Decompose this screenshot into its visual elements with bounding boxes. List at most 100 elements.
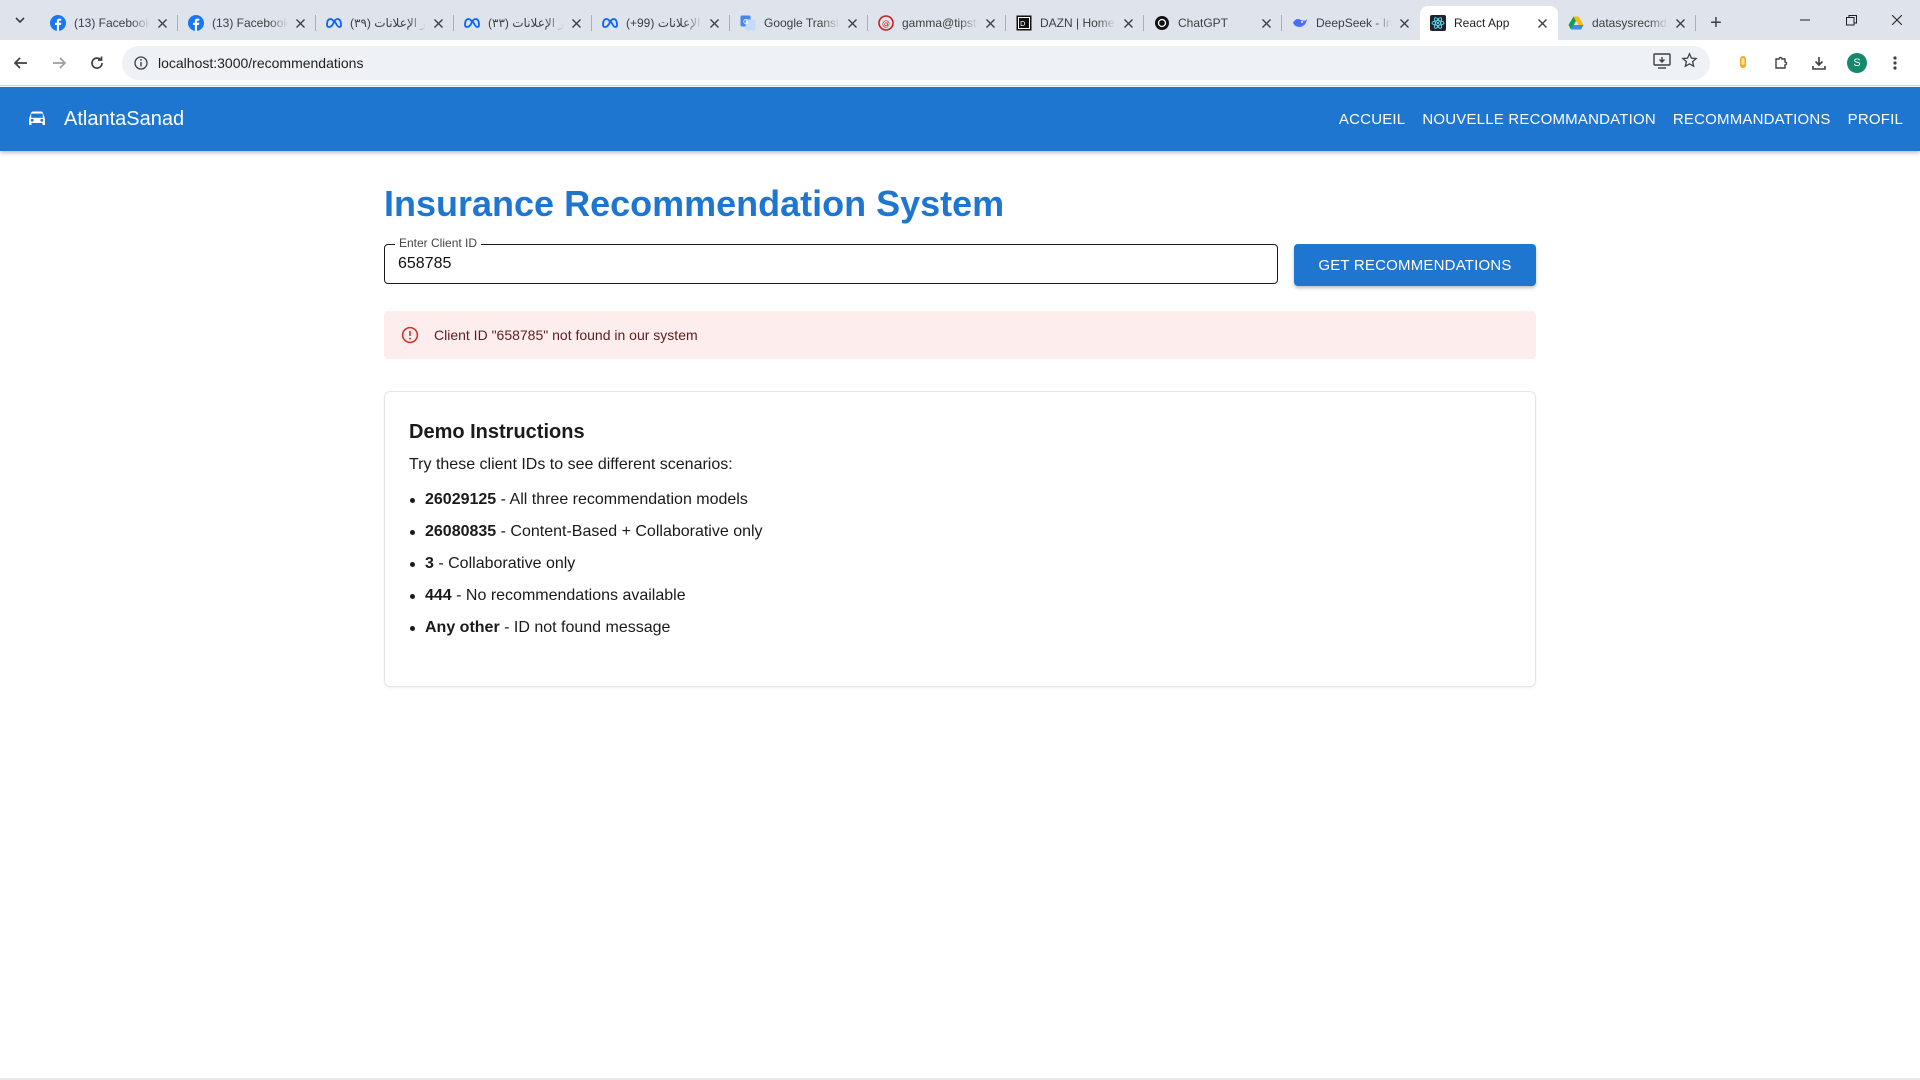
- browser-tab[interactable]: (٣٩) مدير الإعلانات: [316, 6, 454, 40]
- close-tab-icon[interactable]: [1672, 15, 1688, 31]
- close-tab-icon[interactable]: [292, 15, 308, 31]
- extension-button[interactable]: [1726, 46, 1760, 80]
- demo-list: 26029125 - All three recommendation mode…: [409, 488, 1511, 648]
- nav-recommandations[interactable]: RECOMMANDATIONS: [1673, 111, 1831, 128]
- download-icon: [1812, 57, 1826, 70]
- tab-title: (٣٩) مدير الإعلانات: [350, 16, 426, 30]
- bookmark-button[interactable]: [1681, 52, 1698, 74]
- info-icon: [134, 56, 148, 70]
- close-tab-icon[interactable]: [706, 15, 722, 31]
- deepseek-icon: [1292, 15, 1308, 31]
- facebook-icon: [50, 15, 66, 31]
- extensions-button[interactable]: [1764, 46, 1798, 80]
- browser-tab[interactable]: G Google Translate: [730, 6, 868, 40]
- restore-button[interactable]: [1828, 0, 1874, 40]
- profile-button[interactable]: S: [1840, 46, 1874, 80]
- close-tab-icon[interactable]: [154, 15, 170, 31]
- get-recommendations-button[interactable]: GET RECOMMENDATIONS: [1294, 244, 1536, 286]
- nav-accueil[interactable]: ACCUEIL: [1339, 111, 1405, 128]
- client-id-input[interactable]: [385, 245, 1277, 283]
- browser-tab[interactable]: (٣٣) مدير الإعلانات: [454, 6, 592, 40]
- facebook-icon: [188, 15, 204, 31]
- client-search-form: Enter Client ID GET RECOMMENDATIONS: [384, 236, 1536, 286]
- more-vert-icon: [1893, 56, 1897, 70]
- demo-heading: Demo Instructions: [409, 421, 585, 443]
- meta-icon: [602, 15, 618, 31]
- brand-name[interactable]: AtlantaSanad: [64, 108, 184, 131]
- site-info-button[interactable]: [126, 48, 156, 78]
- error-message: Client ID "658785" not found in our syst…: [434, 327, 698, 343]
- demo-intro: Try these client IDs to see different sc…: [409, 456, 733, 473]
- browser-menu-button[interactable]: [1878, 46, 1912, 80]
- list-item: 3 - Collaborative only: [409, 552, 1511, 584]
- svg-text:@: @: [882, 19, 890, 28]
- dazn-icon: D: [1016, 15, 1032, 31]
- meta-icon: [464, 15, 480, 31]
- close-window-button[interactable]: [1874, 0, 1920, 40]
- tab-title: DAZN | Home: [1040, 16, 1115, 30]
- browser-tab[interactable]: datasysrecmd: [1558, 6, 1696, 40]
- browser-tab[interactable]: ChatGPT: [1144, 6, 1282, 40]
- nav-profil[interactable]: PROFIL: [1848, 111, 1903, 128]
- list-item: Any other - ID not found message: [409, 616, 1511, 648]
- restore-icon: [1845, 14, 1857, 25]
- browser-tab[interactable]: (13) Facebook: [178, 6, 316, 40]
- close-tab-icon[interactable]: [1396, 15, 1412, 31]
- avatar: S: [1847, 53, 1867, 73]
- demo-description: - ID not found message: [499, 619, 671, 636]
- browser-tab[interactable]: @ gamma@tipsters: [868, 6, 1006, 40]
- star-icon: [1681, 52, 1698, 68]
- back-button[interactable]: [4, 46, 38, 80]
- url-text[interactable]: localhost:3000/recommendations: [158, 55, 363, 71]
- tab-title: React App: [1454, 16, 1510, 30]
- close-icon: [1892, 15, 1902, 25]
- tab-title: (+99) مدير الإعلانات: [626, 16, 702, 30]
- translate-icon: G: [740, 15, 756, 31]
- address-bar[interactable]: localhost:3000/recommendations: [122, 46, 1710, 80]
- tab-title: DeepSeek - Into: [1316, 16, 1392, 30]
- install-icon: [1653, 52, 1671, 69]
- puzzle-icon: [1775, 56, 1788, 69]
- close-tab-icon[interactable]: [1258, 15, 1274, 31]
- window-controls: [1782, 0, 1920, 40]
- install-app-button[interactable]: [1653, 52, 1671, 74]
- react-icon: [1430, 15, 1446, 31]
- browser-tab[interactable]: React App: [1420, 6, 1558, 40]
- extension-pin-icon: [1740, 56, 1746, 68]
- close-tab-icon[interactable]: [430, 15, 446, 31]
- error-icon: [400, 325, 420, 345]
- browser-tab[interactable]: (+99) مدير الإعلانات: [592, 6, 730, 40]
- tab-separator: [1695, 15, 1696, 31]
- client-id-field[interactable]: Enter Client ID: [384, 236, 1278, 284]
- drive-icon: [1568, 15, 1584, 31]
- minimize-button[interactable]: [1782, 0, 1828, 40]
- list-item: 444 - No recommendations available: [409, 584, 1511, 616]
- browser-tab[interactable]: D DAZN | Home: [1006, 6, 1144, 40]
- arrow-left-icon: [13, 56, 27, 69]
- mail-icon: @: [878, 15, 894, 31]
- browser-tab[interactable]: DeepSeek - Into: [1282, 6, 1420, 40]
- new-tab-button[interactable]: +: [1702, 9, 1730, 37]
- client-id-label: Enter Client ID: [395, 236, 482, 250]
- demo-instructions-card: Demo Instructions Try these client IDs t…: [384, 391, 1536, 687]
- reload-button[interactable]: [80, 46, 114, 80]
- reload-icon: [91, 56, 103, 69]
- list-item: 26029125 - All three recommendation mode…: [409, 488, 1511, 520]
- browser-tab-strip: (13) Facebook (13) Facebook (٣٩) مدير الإع…: [0, 0, 1920, 40]
- page-title: Insurance Recommendation System: [384, 183, 1005, 224]
- nav-nouvelle-recommandation[interactable]: NOUVELLE RECOMMANDATION: [1422, 111, 1656, 128]
- demo-description: - Content-Based + Collaborative only: [496, 523, 763, 540]
- tab-search-button[interactable]: [0, 0, 40, 40]
- close-tab-icon[interactable]: [844, 15, 860, 31]
- close-tab-icon[interactable]: [568, 15, 584, 31]
- demo-description: - No recommendations available: [451, 587, 686, 604]
- demo-client-id: Any other: [425, 619, 500, 636]
- browser-tab[interactable]: (13) Facebook: [40, 6, 178, 40]
- demo-description: - All three recommendation models: [496, 491, 748, 508]
- downloads-button[interactable]: [1802, 46, 1836, 80]
- close-tab-icon[interactable]: [982, 15, 998, 31]
- close-tab-icon[interactable]: [1120, 15, 1136, 31]
- demo-client-id: 26029125: [425, 491, 497, 508]
- forward-button[interactable]: [42, 46, 76, 80]
- close-tab-icon[interactable]: [1534, 15, 1550, 31]
